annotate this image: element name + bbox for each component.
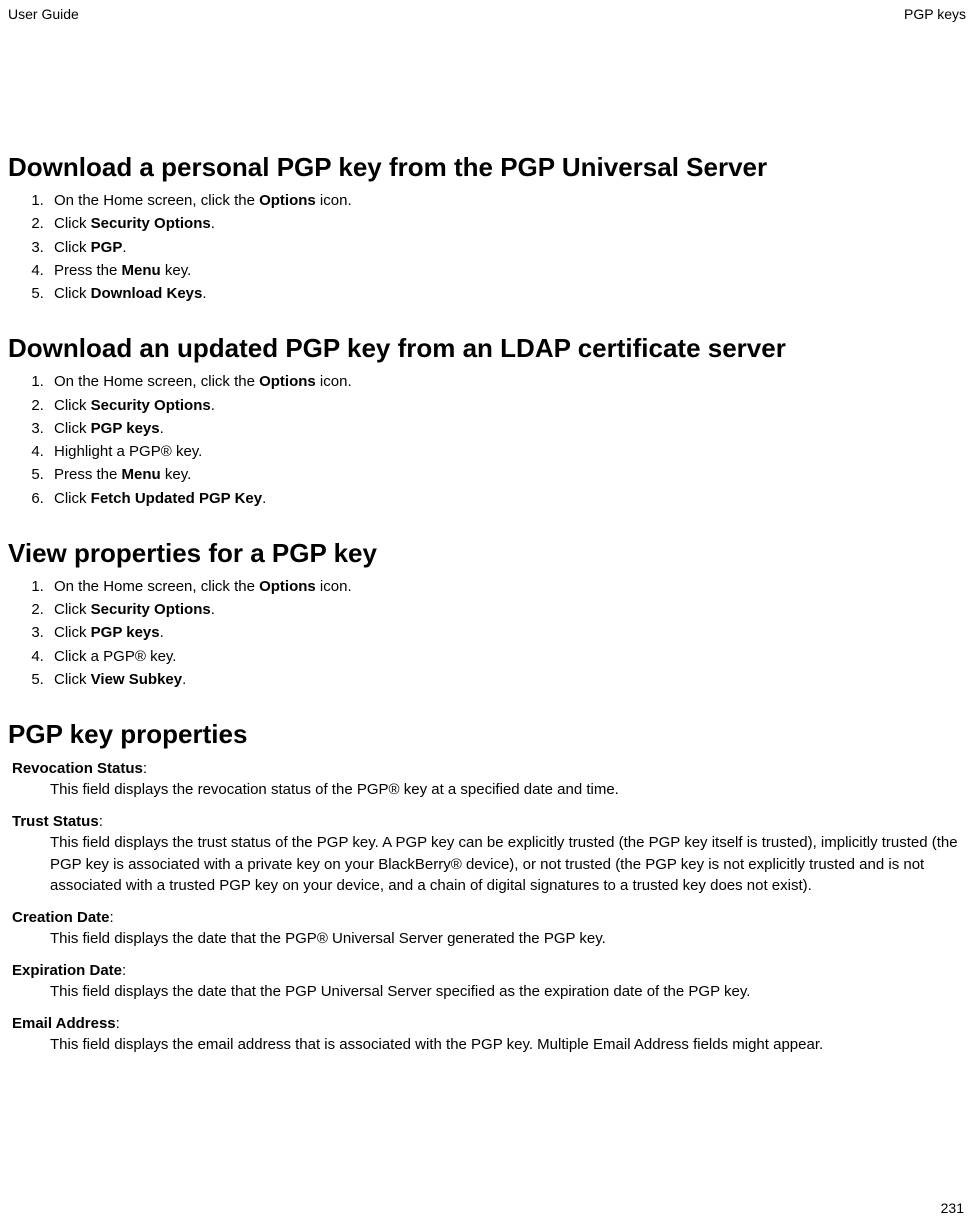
definition-description: This field displays the revocation statu… bbox=[50, 779, 966, 801]
step: Highlight a PGP® key. bbox=[48, 440, 966, 463]
step: On the Home screen, click the Options ic… bbox=[48, 370, 966, 393]
definition-expiration-date: Expiration Date This field displays the … bbox=[8, 962, 966, 1003]
section-title-download-personal: Download a personal PGP key from the PGP… bbox=[8, 152, 966, 183]
step: Click Security Options. bbox=[48, 598, 966, 621]
step: Click PGP keys. bbox=[48, 621, 966, 644]
page-content: Download a personal PGP key from the PGP… bbox=[0, 152, 974, 1107]
definition-email-address: Email Address This field displays the em… bbox=[8, 1015, 966, 1056]
step: Click Security Options. bbox=[48, 394, 966, 417]
definition-description: This field displays the date that the PG… bbox=[50, 928, 966, 950]
definition-term: Trust Status bbox=[12, 813, 966, 830]
steps-view-properties: On the Home screen, click the Options ic… bbox=[8, 575, 966, 691]
definition-creation-date: Creation Date This field displays the da… bbox=[8, 909, 966, 950]
step: Click Fetch Updated PGP Key. bbox=[48, 487, 966, 510]
definition-term: Revocation Status bbox=[12, 760, 966, 777]
section-title-download-updated: Download an updated PGP key from an LDAP… bbox=[8, 333, 966, 364]
section-title-pgp-properties: PGP key properties bbox=[8, 719, 966, 750]
step: Press the Menu key. bbox=[48, 463, 966, 486]
step: Click View Subkey. bbox=[48, 668, 966, 691]
header-right: PGP keys bbox=[904, 6, 966, 22]
section-title-view-properties: View properties for a PGP key bbox=[8, 538, 966, 569]
step: Click a PGP® key. bbox=[48, 645, 966, 668]
definition-description: This field displays the trust status of … bbox=[50, 832, 966, 897]
steps-download-personal: On the Home screen, click the Options ic… bbox=[8, 189, 966, 305]
step: Press the Menu key. bbox=[48, 259, 966, 282]
definition-term: Creation Date bbox=[12, 909, 966, 926]
definition-trust-status: Trust Status This field displays the tru… bbox=[8, 813, 966, 897]
steps-download-updated: On the Home screen, click the Options ic… bbox=[8, 370, 966, 510]
step: On the Home screen, click the Options ic… bbox=[48, 189, 966, 212]
step: Click Download Keys. bbox=[48, 282, 966, 305]
step: Click PGP. bbox=[48, 236, 966, 259]
step: Click PGP keys. bbox=[48, 417, 966, 440]
definition-term: Expiration Date bbox=[12, 962, 966, 979]
header-left: User Guide bbox=[8, 6, 79, 22]
step: On the Home screen, click the Options ic… bbox=[48, 575, 966, 598]
document-page: User Guide PGP keys Download a personal … bbox=[0, 0, 974, 1228]
definition-description: This field displays the date that the PG… bbox=[50, 981, 966, 1003]
definition-description: This field displays the email address th… bbox=[50, 1034, 966, 1056]
page-header: User Guide PGP keys bbox=[0, 0, 974, 22]
page-number: 231 bbox=[941, 1200, 964, 1216]
step: Click Security Options. bbox=[48, 212, 966, 235]
definition-term: Email Address bbox=[12, 1015, 966, 1032]
definition-revocation-status: Revocation Status This field displays th… bbox=[8, 760, 966, 801]
